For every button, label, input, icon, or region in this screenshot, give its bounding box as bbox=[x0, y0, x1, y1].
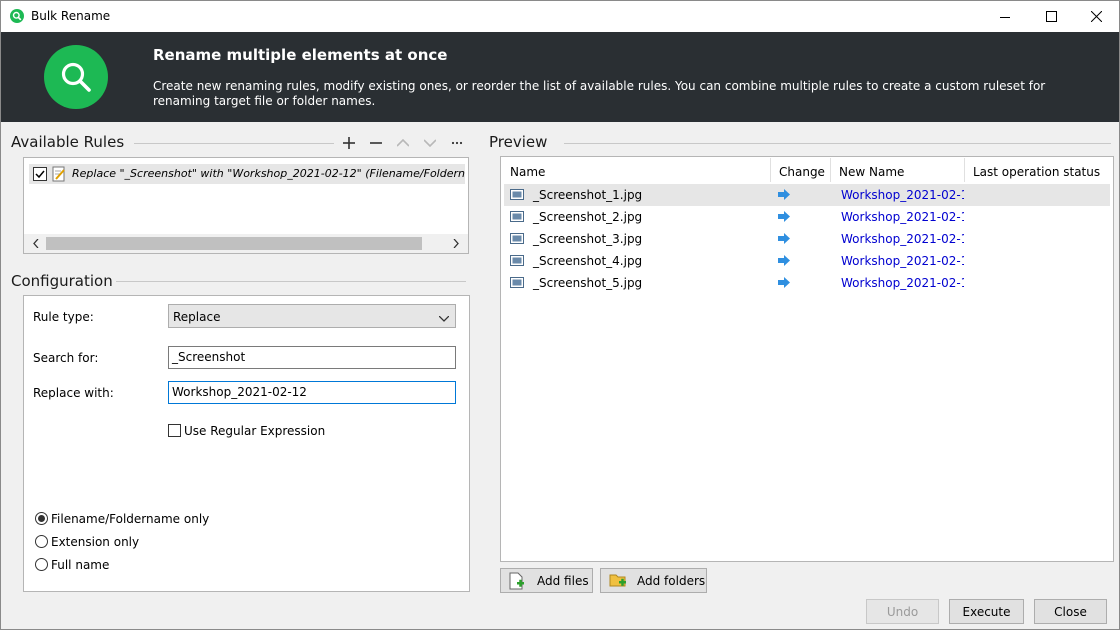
rule-type-value: Replace bbox=[173, 310, 221, 324]
image-file-icon bbox=[510, 233, 524, 247]
replace-with-label: Replace with: bbox=[33, 386, 114, 400]
table-row[interactable]: _Screenshot_5.jpg Workshop_2021-02-1... bbox=[504, 272, 1110, 294]
plus-icon[interactable] bbox=[341, 136, 357, 150]
image-file-icon bbox=[510, 277, 524, 291]
chevron-down-icon[interactable] bbox=[422, 136, 438, 150]
table-row[interactable]: _Screenshot_2.jpg Workshop_2021-02-1... bbox=[504, 206, 1110, 228]
rule-type-select[interactable]: Replace bbox=[168, 304, 456, 328]
banner-description: Create new renaming rules, modify existi… bbox=[153, 79, 1046, 108]
add-files-button[interactable]: Add files bbox=[500, 568, 593, 593]
file-name: _Screenshot_4.jpg bbox=[533, 254, 643, 268]
image-file-icon bbox=[510, 255, 524, 269]
chevron-down-icon bbox=[438, 311, 450, 325]
column-header-name[interactable]: Name bbox=[502, 158, 771, 182]
filename-only-radio[interactable] bbox=[35, 512, 48, 525]
add-folders-button[interactable]: Add folders bbox=[600, 568, 707, 593]
search-input[interactable]: _Screenshot bbox=[168, 346, 456, 369]
divider bbox=[564, 143, 1111, 144]
replace-input[interactable]: Workshop_2021-02-12 bbox=[168, 381, 456, 404]
regex-checkbox[interactable] bbox=[168, 424, 181, 437]
rule-label: Replace "_Screenshot" with "Workshop_202… bbox=[72, 167, 465, 180]
extension-only-label: Extension only bbox=[51, 535, 140, 549]
column-header-new-name[interactable]: New Name bbox=[831, 158, 965, 182]
new-file-name: Workshop_2021-02-1... bbox=[841, 188, 964, 202]
file-name: _Screenshot_2.jpg bbox=[533, 210, 643, 224]
banner-title: Rename multiple elements at once bbox=[153, 46, 448, 64]
undo-button[interactable]: Undo bbox=[866, 599, 939, 624]
window-title: Bulk Rename bbox=[31, 9, 111, 23]
title-bar: Bulk Rename bbox=[1, 1, 1119, 32]
add-file-icon bbox=[509, 572, 525, 593]
new-file-name: Workshop_2021-02-1... bbox=[841, 254, 964, 268]
more-icon[interactable] bbox=[449, 136, 465, 150]
image-file-icon bbox=[510, 211, 524, 225]
scrollbar-thumb[interactable] bbox=[46, 237, 422, 250]
execute-button[interactable]: Execute bbox=[949, 599, 1024, 624]
add-folder-icon bbox=[609, 572, 627, 591]
horizontal-scrollbar[interactable] bbox=[24, 234, 468, 253]
full-name-radio[interactable] bbox=[35, 558, 48, 571]
minimize-button[interactable] bbox=[982, 1, 1028, 32]
configuration-heading: Configuration bbox=[11, 272, 113, 290]
preview-table: Name Change New Name Last operation stat… bbox=[500, 156, 1114, 562]
file-name: _Screenshot_5.jpg bbox=[533, 276, 643, 290]
arrow-right-icon bbox=[778, 189, 791, 203]
preview-heading: Preview bbox=[489, 133, 548, 151]
rules-list: Replace "_Screenshot" with "Workshop_202… bbox=[23, 157, 469, 254]
add-folders-label: Add folders bbox=[637, 574, 706, 588]
arrow-right-icon bbox=[778, 233, 791, 247]
filename-only-label: Filename/Foldername only bbox=[51, 512, 210, 526]
bulk-rename-window: Bulk Rename Rename multiple elements at … bbox=[0, 0, 1120, 630]
app-search-icon bbox=[10, 9, 24, 23]
column-header-change[interactable]: Change bbox=[771, 158, 831, 182]
arrow-right-icon bbox=[778, 255, 791, 269]
image-file-icon bbox=[510, 189, 524, 203]
table-row[interactable]: _Screenshot_3.jpg Workshop_2021-02-1... bbox=[504, 228, 1110, 250]
search-icon bbox=[44, 45, 108, 109]
list-item[interactable]: Replace "_Screenshot" with "Workshop_202… bbox=[29, 164, 465, 184]
close-window-button[interactable] bbox=[1073, 1, 1119, 32]
full-name-label: Full name bbox=[51, 558, 110, 572]
new-file-name: Workshop_2021-02-1... bbox=[841, 276, 964, 290]
chevron-up-icon[interactable] bbox=[395, 136, 411, 150]
divider bbox=[116, 281, 466, 282]
scroll-left-icon[interactable] bbox=[26, 234, 46, 253]
arrow-right-icon bbox=[778, 277, 791, 291]
column-header-status[interactable]: Last operation status bbox=[965, 158, 1113, 182]
edit-rule-icon bbox=[52, 166, 66, 184]
new-file-name: Workshop_2021-02-1... bbox=[841, 210, 964, 224]
regex-label: Use Regular Expression bbox=[184, 424, 326, 438]
rule-checkbox[interactable] bbox=[33, 167, 47, 181]
maximize-button[interactable] bbox=[1028, 1, 1074, 32]
close-button[interactable]: Close bbox=[1034, 599, 1107, 624]
table-row[interactable]: _Screenshot_4.jpg Workshop_2021-02-1... bbox=[504, 250, 1110, 272]
available-rules-heading: Available Rules bbox=[11, 133, 125, 151]
extension-only-radio[interactable] bbox=[35, 535, 48, 548]
file-name: _Screenshot_3.jpg bbox=[533, 232, 643, 246]
table-row[interactable]: _Screenshot_1.jpg Workshop_2021-02-1... bbox=[504, 184, 1110, 206]
rule-type-label: Rule type: bbox=[33, 310, 94, 324]
minus-icon[interactable] bbox=[368, 136, 384, 150]
new-file-name: Workshop_2021-02-1... bbox=[841, 232, 964, 246]
add-files-label: Add files bbox=[537, 574, 589, 588]
file-name: _Screenshot_1.jpg bbox=[533, 188, 643, 202]
search-for-label: Search for: bbox=[33, 351, 99, 365]
scroll-right-icon[interactable] bbox=[446, 234, 466, 253]
header-banner: Rename multiple elements at once Create … bbox=[1, 32, 1119, 122]
divider bbox=[134, 143, 334, 144]
arrow-right-icon bbox=[778, 211, 791, 225]
